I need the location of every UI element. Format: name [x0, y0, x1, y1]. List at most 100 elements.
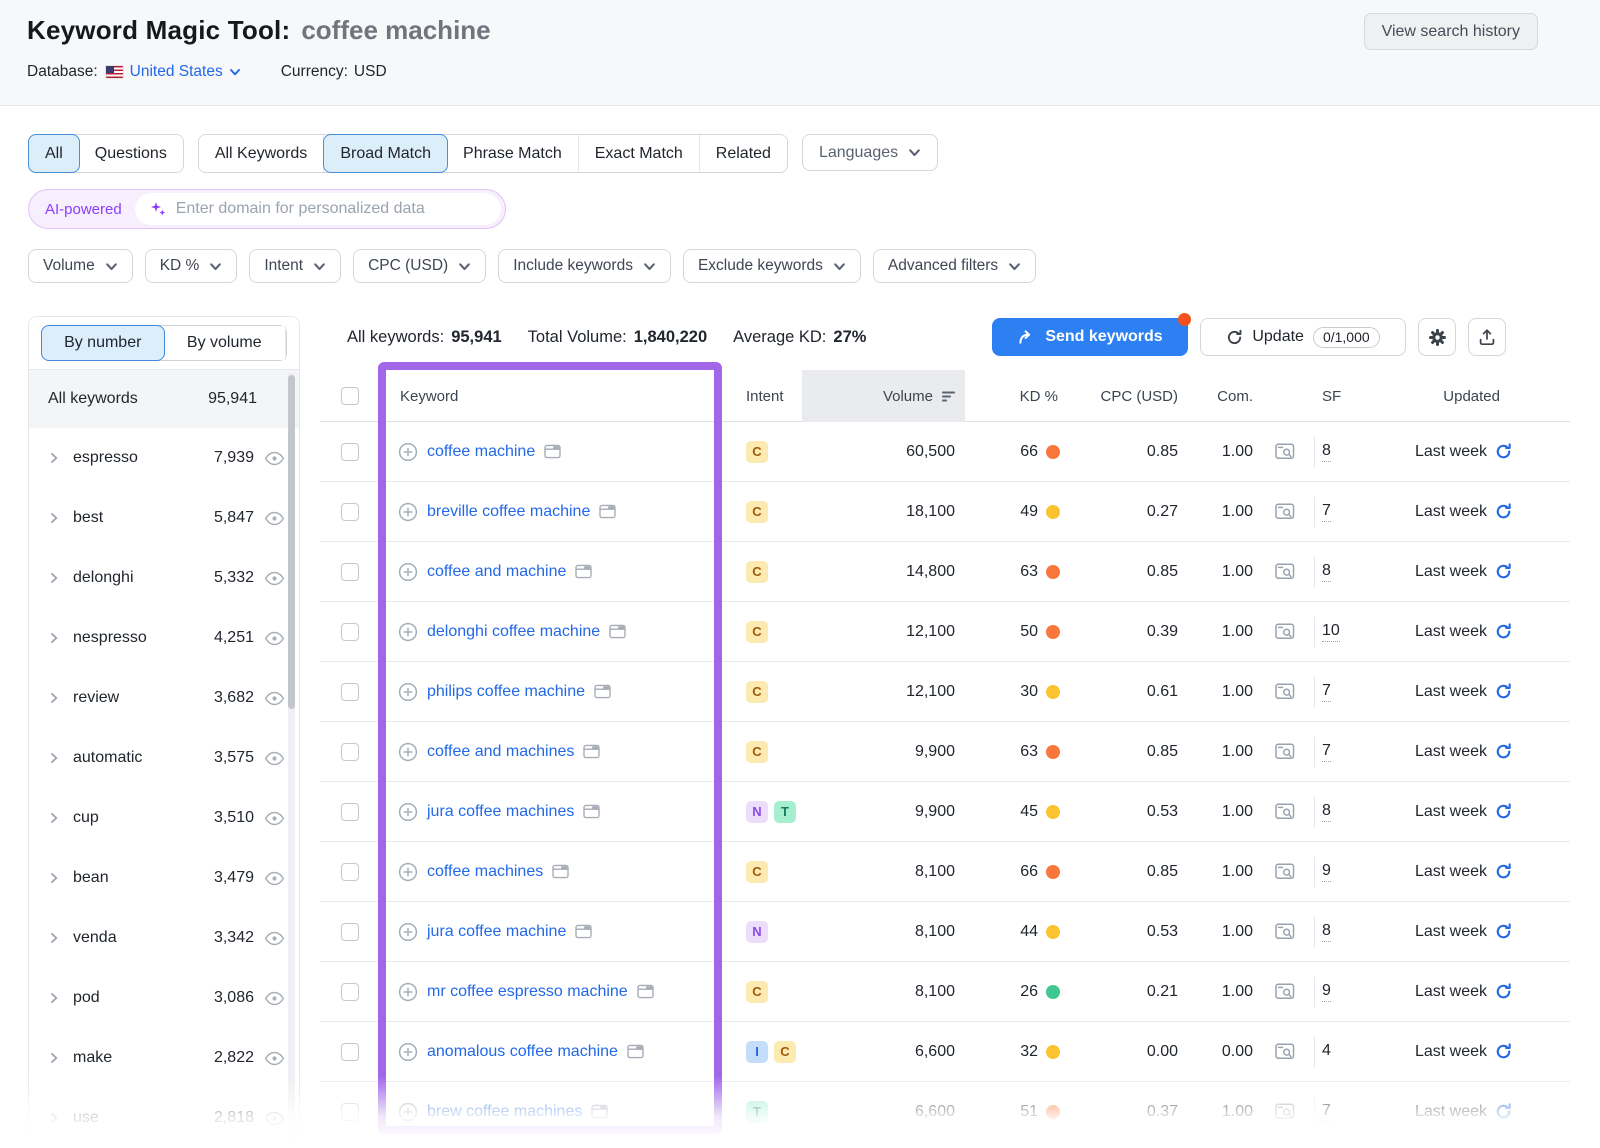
add-keyword-icon[interactable] [398, 682, 418, 702]
eye-icon[interactable] [264, 451, 285, 466]
filter-volume[interactable]: Volume [28, 249, 133, 283]
row-checkbox[interactable] [341, 1042, 359, 1061]
keyword-link[interactable]: coffee machines [427, 863, 543, 881]
send-keywords-button[interactable]: Send keywords [992, 313, 1191, 356]
serp-preview-icon[interactable] [1275, 443, 1295, 460]
domain-input[interactable] [175, 200, 487, 218]
serp-window-icon[interactable] [552, 864, 569, 879]
sidebar-keyword-group-delonghi[interactable]: delonghi 5,332 [29, 548, 299, 608]
tab-broad-match[interactable]: Broad Match [323, 134, 449, 173]
row-checkbox[interactable] [341, 742, 359, 761]
sf-value[interactable]: 4 [1322, 1042, 1331, 1061]
serp-preview-icon[interactable] [1275, 983, 1295, 1000]
sidebar-keyword-group-review[interactable]: review 3,682 [29, 668, 299, 728]
eye-icon[interactable] [264, 571, 285, 586]
filter-advanced-filters[interactable]: Advanced filters [872, 249, 1037, 283]
refresh-metrics-icon[interactable] [1495, 563, 1512, 580]
filter-exclude-keywords[interactable]: Exclude keywords [682, 249, 861, 283]
column-header-keyword[interactable]: Keyword [380, 370, 722, 422]
serp-window-icon[interactable] [583, 744, 601, 759]
serp-preview-icon[interactable] [1275, 1103, 1295, 1120]
sf-value[interactable]: 10 [1322, 622, 1340, 642]
serp-preview-icon[interactable] [1275, 803, 1295, 820]
sidebar-keyword-group-venda[interactable]: venda 3,342 [29, 908, 299, 968]
sf-value[interactable]: 9 [1322, 982, 1331, 1002]
add-keyword-icon[interactable] [398, 1102, 418, 1122]
serp-window-icon[interactable] [583, 804, 601, 819]
eye-icon[interactable] [264, 1051, 285, 1066]
keyword-link[interactable]: breville coffee machine [427, 503, 590, 521]
row-checkbox[interactable] [341, 442, 359, 461]
sidebar-keyword-group-use[interactable]: use 2,818 [29, 1088, 299, 1148]
serp-preview-icon[interactable] [1275, 683, 1295, 700]
row-checkbox[interactable] [341, 982, 359, 1001]
sf-value[interactable]: 8 [1322, 922, 1331, 942]
keyword-link[interactable]: delonghi coffee machine [427, 623, 600, 641]
tab-all-keywords[interactable]: All Keywords [198, 135, 325, 172]
add-keyword-icon[interactable] [398, 622, 418, 642]
eye-icon[interactable] [264, 631, 285, 646]
add-keyword-icon[interactable] [398, 982, 418, 1002]
serp-preview-icon[interactable] [1275, 743, 1295, 760]
refresh-metrics-icon[interactable] [1495, 503, 1512, 520]
keyword-link[interactable]: mr coffee espresso machine [427, 983, 628, 1001]
sf-value[interactable]: 7 [1322, 682, 1331, 702]
filter-include-keywords[interactable]: Include keywords [498, 249, 671, 283]
serp-window-icon[interactable] [609, 624, 626, 639]
row-checkbox[interactable] [341, 682, 359, 701]
sf-value[interactable]: 7 [1322, 502, 1331, 522]
keyword-link[interactable]: coffee and machines [427, 743, 574, 761]
update-button[interactable]: Update 0/1,000 [1200, 318, 1406, 356]
select-all-checkbox[interactable] [341, 387, 359, 405]
serp-window-icon[interactable] [575, 924, 593, 939]
filter-kd[interactable]: KD % [144, 249, 238, 283]
serp-preview-icon[interactable] [1275, 503, 1295, 520]
keyword-link[interactable]: jura coffee machines [427, 803, 574, 821]
add-keyword-icon[interactable] [398, 742, 418, 762]
keyword-link[interactable]: coffee machine [427, 443, 535, 461]
export-button[interactable] [1468, 318, 1506, 356]
sf-value[interactable]: 8 [1322, 562, 1331, 582]
eye-icon[interactable] [264, 1111, 285, 1126]
sidebar-keyword-group-automatic[interactable]: automatic 3,575 [29, 728, 299, 788]
tab-all[interactable]: All [28, 134, 80, 173]
add-keyword-icon[interactable] [398, 802, 418, 822]
keyword-link[interactable]: brew coffee machines [427, 1103, 582, 1121]
eye-icon[interactable] [264, 871, 285, 886]
sf-value[interactable]: 8 [1322, 802, 1331, 822]
tab-phrase-match[interactable]: Phrase Match [447, 135, 579, 172]
sf-value[interactable]: 7 [1322, 742, 1331, 762]
serp-preview-icon[interactable] [1275, 623, 1295, 640]
sidebar-keyword-group-espresso[interactable]: espresso 7,939 [29, 428, 299, 488]
row-checkbox[interactable] [341, 502, 359, 521]
refresh-metrics-icon[interactable] [1495, 863, 1512, 880]
row-checkbox[interactable] [341, 862, 359, 881]
serp-preview-icon[interactable] [1275, 863, 1295, 880]
column-header-sf[interactable]: SF [1315, 370, 1360, 422]
filter-cpc-usd[interactable]: CPC (USD) [353, 249, 487, 283]
refresh-metrics-icon[interactable] [1495, 623, 1512, 640]
serp-window-icon[interactable] [591, 1104, 609, 1119]
sidebar-keyword-group-pod[interactable]: pod 3,086 [29, 968, 299, 1028]
row-checkbox[interactable] [341, 562, 359, 581]
eye-icon[interactable] [264, 751, 285, 766]
languages-dropdown[interactable]: Languages [801, 134, 939, 171]
row-checkbox[interactable] [341, 1102, 359, 1121]
eye-icon[interactable] [264, 811, 285, 826]
all-keywords-group-row[interactable]: All keywords 95,941 [29, 370, 299, 428]
refresh-metrics-icon[interactable] [1495, 683, 1512, 700]
eye-icon[interactable] [264, 511, 285, 526]
row-checkbox[interactable] [341, 922, 359, 941]
filter-intent[interactable]: Intent [249, 249, 342, 283]
eye-icon[interactable] [264, 991, 285, 1006]
serp-window-icon[interactable] [575, 564, 593, 579]
serp-preview-icon[interactable] [1275, 1043, 1295, 1060]
sidebar-keyword-group-nespresso[interactable]: nespresso 4,251 [29, 608, 299, 668]
serp-preview-icon[interactable] [1275, 563, 1295, 580]
row-checkbox[interactable] [341, 622, 359, 641]
sidebar-keyword-group-bean[interactable]: bean 3,479 [29, 848, 299, 908]
serp-window-icon[interactable] [636, 984, 654, 999]
tab-questions[interactable]: Questions [78, 135, 183, 172]
tab-related[interactable]: Related [699, 135, 787, 172]
add-keyword-icon[interactable] [398, 1042, 418, 1062]
